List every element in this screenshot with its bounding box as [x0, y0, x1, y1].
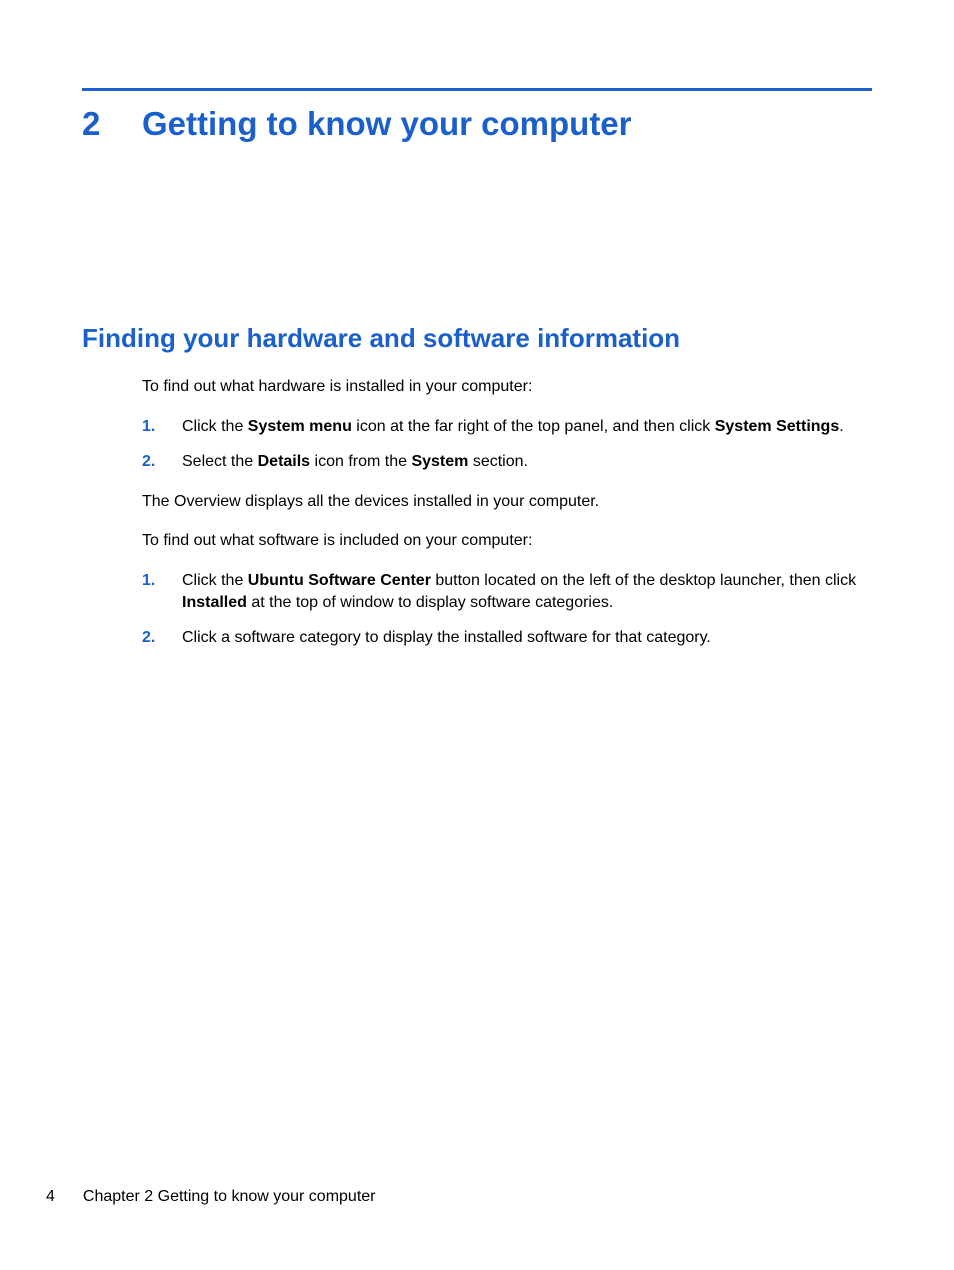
page-number: 4: [46, 1188, 55, 1206]
list-item: 2. Select the Details icon from the Syst…: [142, 451, 872, 473]
paragraph-sw-intro: To find out what software is included on…: [142, 530, 872, 552]
list-content: Select the Details icon from the System …: [182, 451, 872, 473]
list-content: Click a software category to display the…: [182, 627, 872, 649]
software-steps-list: 1. Click the Ubuntu Software Center butt…: [142, 570, 872, 649]
list-number: 2.: [142, 627, 182, 649]
page-footer: 4 Chapter 2 Getting to know your compute…: [46, 1188, 376, 1206]
list-item: 1. Click the Ubuntu Software Center butt…: [142, 570, 872, 613]
list-content: Click the Ubuntu Software Center button …: [182, 570, 872, 613]
list-item: 1. Click the System menu icon at the far…: [142, 416, 872, 438]
list-item: 2. Click a software category to display …: [142, 627, 872, 649]
paragraph-overview: The Overview displays all the devices in…: [142, 491, 872, 513]
hardware-steps-list: 1. Click the System menu icon at the far…: [142, 416, 872, 473]
list-number: 1.: [142, 570, 182, 613]
list-number: 1.: [142, 416, 182, 438]
chapter-divider: [82, 88, 872, 91]
list-content: Click the System menu icon at the far ri…: [182, 416, 872, 438]
chapter-title: Getting to know your computer: [142, 105, 632, 143]
list-number: 2.: [142, 451, 182, 473]
paragraph-hw-intro: To find out what hardware is installed i…: [142, 376, 872, 398]
footer-chapter-label: Chapter 2 Getting to know your computer: [83, 1188, 376, 1206]
section-heading: Finding your hardware and software infor…: [82, 323, 872, 354]
document-page: 2 Getting to know your computer Finding …: [0, 0, 954, 649]
chapter-heading: 2 Getting to know your computer: [82, 105, 872, 143]
chapter-number: 2: [82, 105, 142, 143]
